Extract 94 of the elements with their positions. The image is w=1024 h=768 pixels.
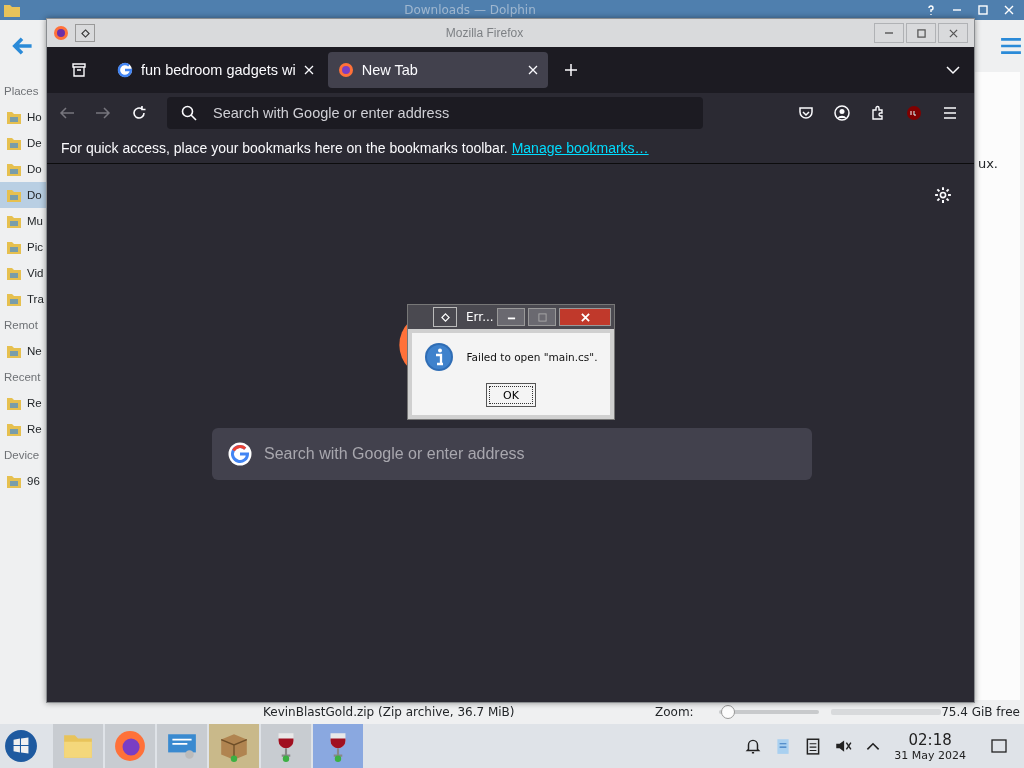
settings-icon[interactable] (934, 186, 952, 204)
browser-tab[interactable]: New Tab (327, 52, 548, 88)
slider-handle[interactable] (720, 705, 735, 719)
window-title: Mozilla Firefox (444, 26, 525, 40)
folder-icon (6, 109, 22, 125)
window-title: Downloads — Dolphin (403, 3, 537, 17)
reload-icon[interactable] (131, 105, 147, 121)
show-desktop-icon[interactable] (990, 737, 1008, 755)
folder-icon (6, 187, 22, 203)
address-bar[interactable]: Search with Google or enter address (167, 97, 703, 129)
sidebar-item[interactable]: Do (0, 182, 46, 208)
folder-icon (6, 135, 22, 151)
google-icon (228, 442, 252, 466)
bookmarks-hint: For quick access, place your bookmarks here on the bookmarks toolbar. (61, 140, 508, 156)
sidebar-item[interactable]: Re (0, 390, 46, 416)
folder-icon (6, 291, 22, 307)
folder-icon (6, 213, 22, 229)
manage-bookmarks-link[interactable]: Manage bookmarks… (511, 140, 649, 156)
folder-icon (6, 343, 22, 359)
close-button[interactable] (559, 308, 611, 326)
section-heading: Remot (3, 318, 39, 333)
taskbar-app[interactable] (105, 724, 155, 768)
pin-button[interactable] (75, 24, 95, 42)
zoom-slider[interactable] (719, 705, 819, 719)
tab-overview-icon[interactable] (71, 62, 87, 78)
sidebar-item[interactable]: 96 (0, 468, 46, 494)
section-heading: Recent (3, 370, 42, 385)
folder-icon (6, 161, 22, 177)
pin-button[interactable] (433, 307, 457, 327)
back-icon[interactable] (59, 105, 75, 121)
section-heading: Device (3, 448, 41, 463)
taskbar-app[interactable] (209, 724, 259, 768)
folder-icon (6, 239, 22, 255)
status-text: KevinBlastGold.zip (Zip archive, 36.7 MiB) (263, 705, 516, 719)
close-icon (580, 312, 590, 322)
firefox-icon (337, 62, 354, 78)
maximize-button[interactable] (906, 23, 936, 43)
folder-icon (4, 3, 20, 17)
minimize-button[interactable] (874, 23, 904, 43)
free-space-text: 75.4 GiB free (941, 705, 1020, 719)
folder-icon (6, 421, 22, 437)
ok-button[interactable]: OK (486, 383, 536, 407)
sidebar-item[interactable]: Tra (0, 286, 46, 312)
chevron-down-icon[interactable] (946, 65, 960, 75)
close-icon (1004, 5, 1014, 15)
menu-icon[interactable] (942, 105, 958, 121)
sidebar-item[interactable]: De (0, 130, 46, 156)
close-icon (948, 28, 958, 38)
extensions-icon[interactable] (870, 105, 886, 121)
clock-date[interactable]: 31 May 2024 (894, 748, 966, 762)
pocket-icon[interactable] (798, 105, 814, 121)
firefox-icon (53, 25, 69, 41)
sidebar-item[interactable]: Ne (0, 338, 46, 364)
close-icon[interactable] (303, 65, 314, 75)
question-mark-icon (926, 5, 936, 15)
minimize-icon (885, 32, 893, 34)
sidebar-item[interactable]: Mu (0, 208, 46, 234)
zoom-label: Zoom: (655, 705, 695, 719)
clock-time[interactable]: 02:18 (908, 730, 952, 749)
google-icon (117, 62, 133, 78)
section-heading: Places (3, 84, 40, 99)
browser-tab[interactable]: fun bedroom gadgets wi (107, 52, 324, 88)
new-tab-icon[interactable] (563, 63, 578, 77)
file-text: ux. (977, 156, 998, 171)
folder-icon (6, 395, 22, 411)
start-button[interactable] (4, 729, 38, 763)
minimize-icon (953, 9, 961, 11)
minimize-button[interactable] (497, 308, 525, 326)
folder-icon (6, 473, 22, 489)
taskbar-app[interactable] (157, 724, 207, 768)
close-button[interactable] (938, 23, 968, 43)
maximize-icon (537, 312, 547, 322)
search-icon (181, 105, 197, 121)
firefox-icon (114, 730, 146, 762)
dialog-title: Err... (466, 310, 494, 324)
taskbar-app[interactable] (261, 724, 311, 768)
close-icon[interactable] (527, 65, 538, 75)
folder-icon (6, 265, 22, 281)
error-message: Failed to open "main.cs". (466, 351, 598, 363)
account-icon[interactable] (834, 105, 850, 121)
sidebar-item[interactable]: Re (0, 416, 46, 442)
info-icon (424, 342, 455, 372)
search-field[interactable]: Search with Google or enter address (212, 428, 812, 480)
sidebar-item[interactable]: Ho (0, 104, 46, 130)
diamond-icon (440, 312, 450, 322)
sidebar-item[interactable]: Pic (0, 234, 46, 260)
forward-icon[interactable] (95, 105, 111, 121)
maximize-icon (978, 5, 988, 15)
maximize-icon (916, 28, 926, 38)
diamond-icon (80, 28, 90, 38)
bell-icon[interactable] (744, 737, 763, 755)
sidebar-item[interactable]: Vid (0, 260, 46, 286)
taskbar-app[interactable] (313, 724, 363, 768)
sidebar-item[interactable]: Do (0, 156, 46, 182)
